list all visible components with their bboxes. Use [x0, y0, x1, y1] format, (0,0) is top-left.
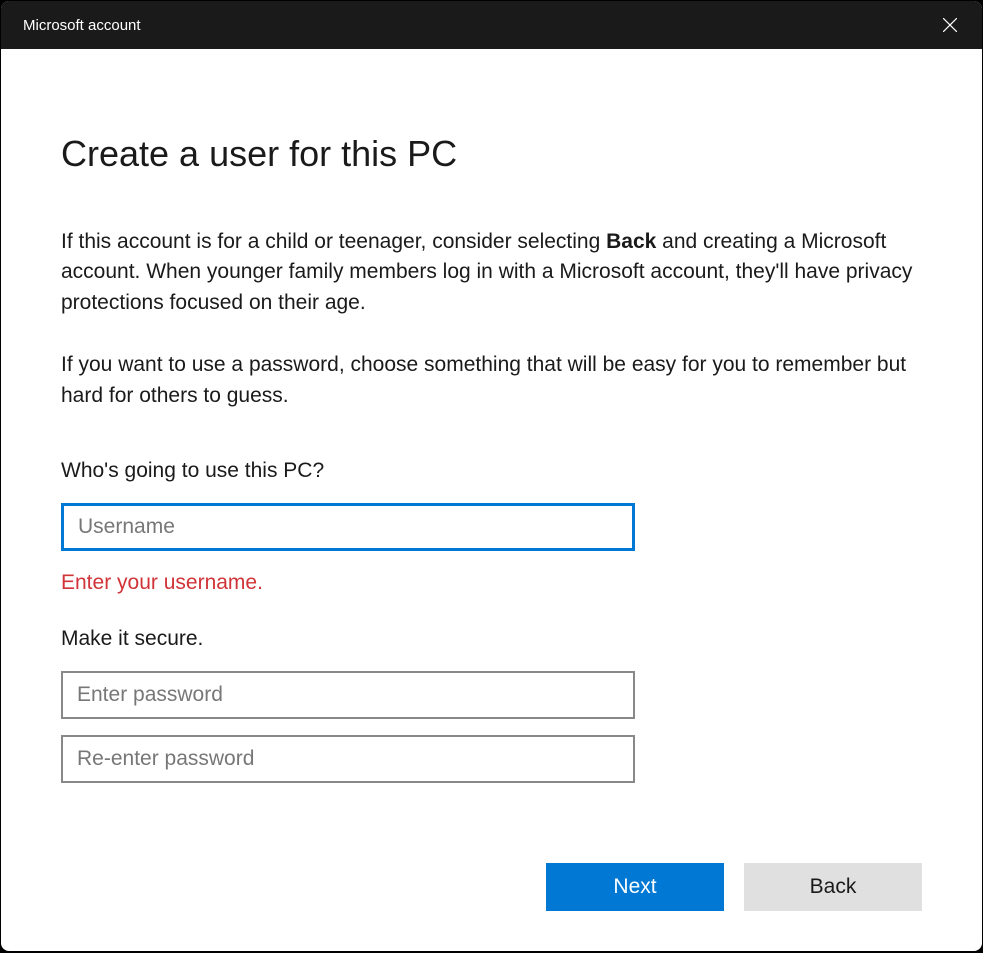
username-input[interactable]	[61, 503, 635, 551]
password-confirm-input[interactable]	[61, 735, 635, 783]
password-input[interactable]	[61, 671, 635, 719]
description-bold: Back	[606, 230, 656, 253]
description-primary: If this account is for a child or teenag…	[61, 227, 922, 318]
password-group	[61, 671, 922, 783]
dialog-window: Microsoft account Create a user for this…	[1, 1, 982, 951]
username-section-label: Who's going to use this PC?	[61, 459, 922, 483]
page-title: Create a user for this PC	[61, 133, 922, 175]
button-row: Next Back	[61, 863, 922, 911]
dialog-content: Create a user for this PC If this accoun…	[1, 49, 982, 951]
close-icon	[943, 18, 957, 32]
close-button[interactable]	[918, 1, 982, 49]
description-part1: If this account is for a child or teenag…	[61, 230, 606, 253]
username-error: Enter your username.	[61, 571, 922, 595]
window-title: Microsoft account	[23, 17, 141, 34]
password-section-label: Make it secure.	[61, 627, 922, 651]
description-secondary: If you want to use a password, choose so…	[61, 350, 922, 411]
next-button[interactable]: Next	[546, 863, 724, 911]
back-button[interactable]: Back	[744, 863, 922, 911]
titlebar: Microsoft account	[1, 1, 982, 49]
